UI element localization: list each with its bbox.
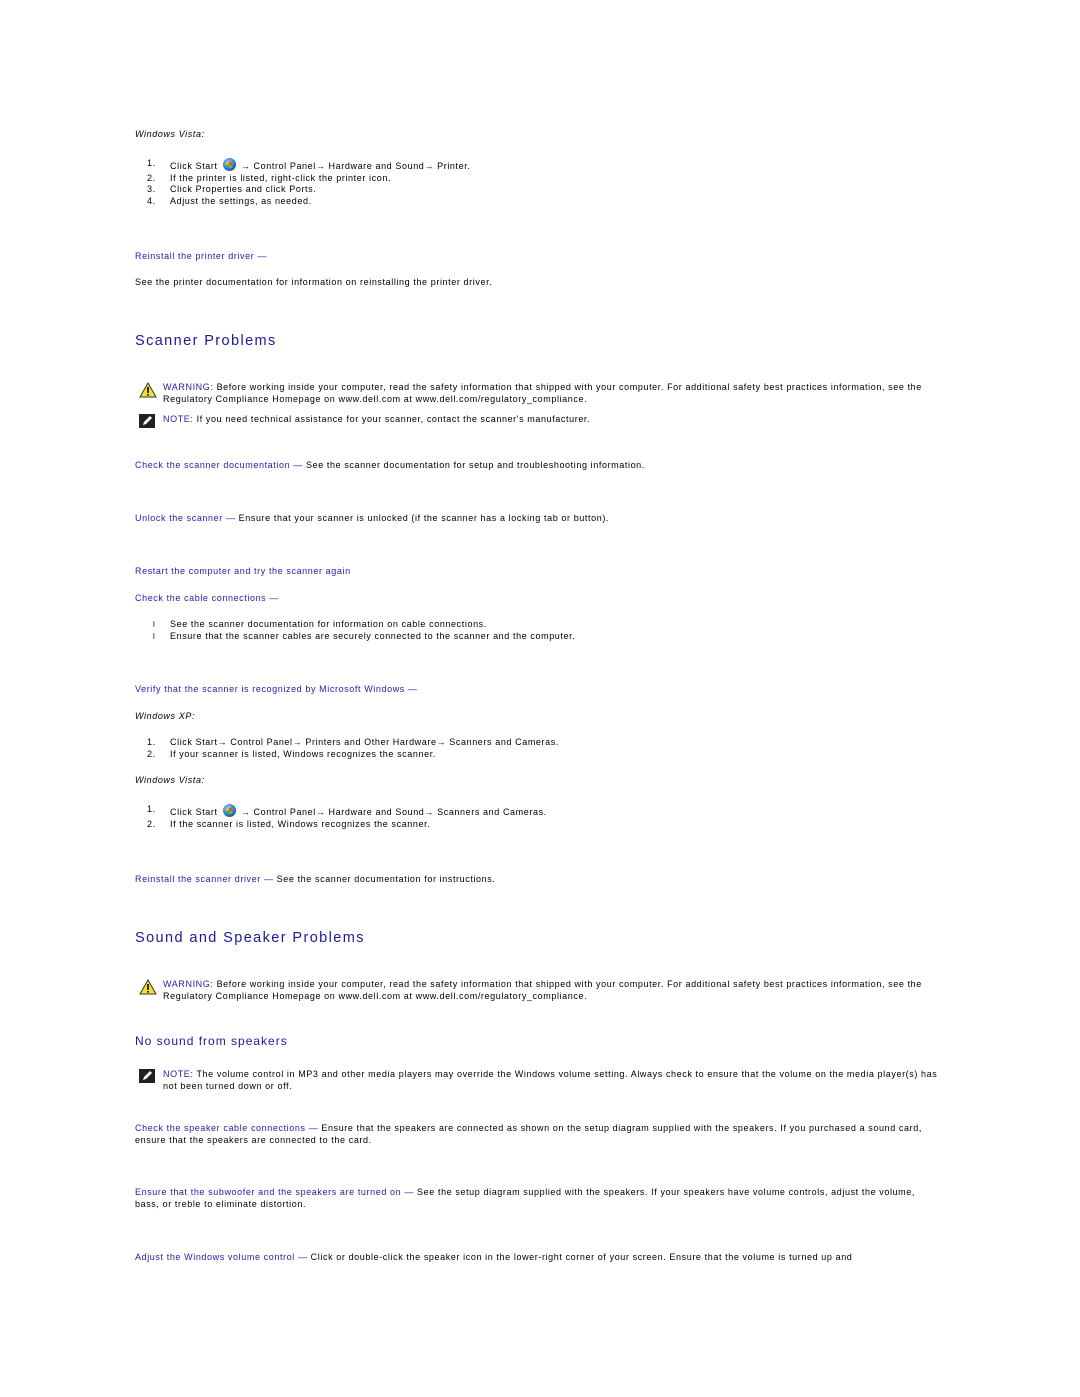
- reinstall-printer-link[interactable]: Reinstall the printer driver —: [135, 251, 267, 261]
- windows-volume-link[interactable]: Adjust the Windows volume control —: [135, 1252, 308, 1262]
- unlock-scanner: Unlock the scanner — Ensure that your sc…: [135, 513, 610, 523]
- step-item: 2. If the printer is listed, right-click …: [147, 172, 392, 183]
- note-pencil-icon: [139, 414, 155, 432]
- windows-start-icon: [222, 804, 236, 817]
- windows-start-icon: [222, 158, 236, 171]
- check-scanner-doc-link[interactable]: Check the scanner documentation —: [135, 460, 303, 470]
- os-label-vista-2: Windows Vista:: [135, 775, 205, 785]
- sound-section-title: Sound and Speaker Problems: [135, 930, 365, 946]
- xp-steps: 1. Click Start→ Control Panel→ Printers a…: [135, 737, 935, 760]
- os-label-xp: Windows XP:: [135, 711, 196, 721]
- vista-scanner-steps: 1. Click Start → Control Panel→ Hardware …: [135, 804, 935, 830]
- scanner-note: NOTE: If you need technical assistance f…: [135, 414, 943, 428]
- warning-icon: [139, 978, 157, 999]
- scanner-section-title: Scanner Problems: [135, 333, 277, 349]
- check-scanner-doc: Check the scanner documentation — See th…: [135, 460, 645, 470]
- verify-scanner-link[interactable]: Verify that the scanner is recognized by…: [135, 684, 418, 694]
- sound-note: NOTE: The volume control in MP3 and othe…: [135, 1069, 943, 1092]
- warning-icon: [139, 381, 157, 402]
- step-item: 1. Click Start → Control Panel→ Hardware …: [147, 804, 547, 817]
- check-speaker-cable: Check the speaker cable connections — En…: [135, 1123, 922, 1145]
- list-item: l See the scanner documentation for infor…: [153, 619, 487, 629]
- cable-bullets: l See the scanner documentation for infor…: [135, 619, 935, 642]
- check-speaker-cable-link[interactable]: Check the speaker cable connections —: [135, 1123, 318, 1133]
- list-item: l Ensure that the scanner cables are secu…: [153, 630, 576, 641]
- reinstall-scanner: Reinstall the scanner driver — See the s…: [135, 874, 496, 884]
- reinstall-printer-text: See the printer documentation for inform…: [135, 277, 493, 287]
- subwoofer-link[interactable]: Ensure that the subwoofer and the speake…: [135, 1187, 414, 1197]
- step-item: 1. Click Start→ Control Panel→ Printers a…: [147, 737, 559, 747]
- check-cable-link[interactable]: Check the cable connections —: [135, 593, 279, 603]
- os-label-vista: Windows Vista:: [135, 129, 205, 139]
- step-item: 2. If your scanner is listed, Windows rec…: [147, 748, 436, 759]
- step-item: 3. Click Properties and click Ports.: [147, 184, 317, 194]
- no-sound-subtitle: No sound from speakers: [135, 1034, 288, 1048]
- step-item: 4. Adjust the settings, as needed.: [147, 195, 312, 206]
- subwoofer-on: Ensure that the subwoofer and the speake…: [135, 1187, 915, 1209]
- step-item: 2. If the scanner is listed, Windows reco…: [147, 818, 431, 829]
- reinstall-scanner-link[interactable]: Reinstall the scanner driver —: [135, 874, 274, 884]
- sound-warning: WARNING: Before working inside your comp…: [135, 978, 943, 1002]
- printer-vista-steps: 1. Click Start → Control Panel→ Hardware …: [135, 158, 935, 207]
- note-pencil-icon: [139, 1069, 155, 1087]
- scanner-warning: WARNING: Before working inside your comp…: [135, 381, 943, 405]
- restart-scanner-link[interactable]: Restart the computer and try the scanner…: [135, 566, 351, 576]
- step-item: 1. Click Start → Control Panel→ Hardware …: [147, 158, 471, 171]
- unlock-scanner-link[interactable]: Unlock the scanner —: [135, 513, 236, 523]
- windows-volume: Adjust the Windows volume control — Clic…: [135, 1252, 853, 1262]
